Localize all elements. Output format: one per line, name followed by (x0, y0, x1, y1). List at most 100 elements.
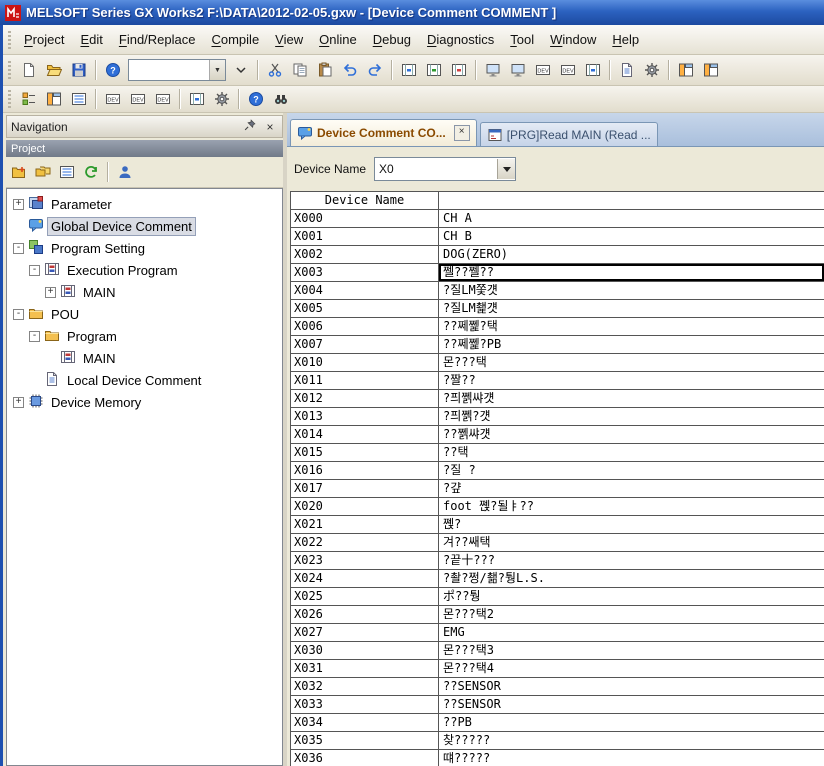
device-name-combo[interactable]: X0 (374, 157, 516, 181)
device-cell[interactable]: X017 (291, 480, 439, 498)
tab-prg-read-main-read[interactable]: [PRG]Read MAIN (Read ... (480, 122, 658, 146)
comment-cell[interactable]: ?질LM쵍걧 (439, 300, 824, 318)
verify-with-plc-button[interactable] (447, 59, 471, 81)
collapse-icon[interactable]: - (13, 243, 24, 254)
comment-display-button[interactable]: DEV (101, 88, 125, 110)
menu-item-compile[interactable]: Compile (203, 29, 267, 50)
new-project-button[interactable] (17, 59, 41, 81)
menu-item-find-replace[interactable]: Find/Replace (111, 29, 204, 50)
copy-data-button[interactable] (32, 162, 54, 183)
collapse-icon[interactable]: - (29, 265, 40, 276)
device-cell[interactable]: X025 (291, 588, 439, 606)
undo-button[interactable] (338, 59, 362, 81)
comment-cell[interactable]: 몬???택 (439, 354, 824, 372)
device-cell[interactable]: X027 (291, 624, 439, 642)
comment-cell[interactable]: 쩰??쩰?? (439, 264, 824, 282)
write-to-plc-button[interactable] (422, 59, 446, 81)
expand-all-button[interactable] (56, 162, 78, 183)
modify-value-button[interactable]: DEV (556, 59, 580, 81)
device-display-button[interactable] (185, 88, 209, 110)
grid-header-device-name[interactable]: Device Name (291, 192, 439, 210)
comment-cell[interactable]: ?질 ? (439, 462, 824, 480)
device-cell[interactable]: X030 (291, 642, 439, 660)
note-display-button[interactable]: DEV (151, 88, 175, 110)
menu-item-edit[interactable]: Edit (72, 29, 110, 50)
device-cell[interactable]: X016 (291, 462, 439, 480)
toolbar-options-button[interactable] (229, 59, 253, 81)
device-cell[interactable]: X023 (291, 552, 439, 570)
pin-icon[interactable] (242, 119, 258, 134)
comment-cell[interactable]: ??쩨쪭?PB (439, 336, 824, 354)
device-cell[interactable]: X007 (291, 336, 439, 354)
device-cell[interactable]: X011 (291, 372, 439, 390)
device-cell[interactable]: X013 (291, 408, 439, 426)
comment-cell[interactable]: ??SENSOR (439, 678, 824, 696)
device-cell[interactable]: X020 (291, 498, 439, 516)
statement-display-button[interactable]: DEV (126, 88, 150, 110)
redo-button[interactable] (363, 59, 387, 81)
window-tile-button[interactable] (674, 59, 698, 81)
menu-item-view[interactable]: View (267, 29, 311, 50)
toolbar-combo[interactable]: ▼ (128, 59, 226, 81)
tree-item-execution-program[interactable]: -Execution Program (7, 259, 282, 281)
device-cell[interactable]: X010 (291, 354, 439, 372)
comment-cell[interactable]: 쪥? (439, 516, 824, 534)
save-project-button[interactable] (67, 59, 91, 81)
device-cell[interactable]: X024 (291, 570, 439, 588)
device-cell[interactable]: X014 (291, 426, 439, 444)
device-cell[interactable]: X000 (291, 210, 439, 228)
menu-item-diagnostics[interactable]: Diagnostics (419, 29, 502, 50)
device-cell[interactable]: X034 (291, 714, 439, 732)
comment-cell[interactable]: ?픠쪩쌰걧 (439, 390, 824, 408)
comment-cell[interactable]: 몬???택2 (439, 606, 824, 624)
device-cell[interactable]: X006 (291, 318, 439, 336)
comment-cell[interactable]: 떄????? (439, 750, 824, 766)
comment-cell[interactable]: EMG (439, 624, 824, 642)
tree-item-main[interactable]: MAIN (7, 347, 282, 369)
comment-cell[interactable]: foot 쪥?될ㅑ?? (439, 498, 824, 516)
comment-cell[interactable]: 찾????? (439, 732, 824, 750)
menu-item-online[interactable]: Online (311, 29, 365, 50)
device-cell[interactable]: X012 (291, 390, 439, 408)
tree-item-program[interactable]: -Program (7, 325, 282, 347)
start-monitor-button[interactable] (481, 59, 505, 81)
collapse-icon[interactable]: - (13, 309, 24, 320)
new-data-button[interactable] (8, 162, 30, 183)
project-data-view-button[interactable] (17, 88, 41, 110)
context-help-button[interactable]: ? (244, 88, 268, 110)
menu-item-project[interactable]: Project (16, 29, 72, 50)
device-cell[interactable]: X005 (291, 300, 439, 318)
paste-button[interactable] (313, 59, 337, 81)
menu-item-help[interactable]: Help (604, 29, 647, 50)
copy-button[interactable] (288, 59, 312, 81)
comment-cell[interactable]: 겨??쌔택 (439, 534, 824, 552)
comment-cell[interactable]: ?질LM쫓걧 (439, 282, 824, 300)
window-cascade-button[interactable] (699, 59, 723, 81)
device-cell[interactable]: X002 (291, 246, 439, 264)
tab-device-comment-co[interactable]: Device Comment CO...× (290, 119, 477, 146)
comment-cell[interactable]: ??택 (439, 444, 824, 462)
tree-item-device-memory[interactable]: +Device Memory (7, 391, 282, 413)
cut-button[interactable] (263, 59, 287, 81)
device-cell[interactable]: X004 (291, 282, 439, 300)
help-button[interactable]: ? (101, 59, 125, 81)
expand-icon[interactable]: + (13, 199, 24, 210)
device-batch-monitor-button[interactable]: DEV (531, 59, 555, 81)
comment-cell[interactable]: ??PB (439, 714, 824, 732)
comment-cell[interactable]: ?픠쪩?걧 (439, 408, 824, 426)
device-cell[interactable]: X033 (291, 696, 439, 714)
menu-item-debug[interactable]: Debug (365, 29, 419, 50)
comment-cell[interactable]: CH A (439, 210, 824, 228)
comment-cell[interactable]: ??쪩쌰걧 (439, 426, 824, 444)
menu-item-window[interactable]: Window (542, 29, 604, 50)
expand-icon[interactable]: + (13, 397, 24, 408)
comment-cell[interactable]: 몬???택3 (439, 642, 824, 660)
comment-cell[interactable]: 몬???택4 (439, 660, 824, 678)
device-cell[interactable]: X032 (291, 678, 439, 696)
read-from-plc-button[interactable] (397, 59, 421, 81)
comment-cell[interactable]: ?걒 (439, 480, 824, 498)
combo-dropdown-button[interactable] (497, 159, 515, 179)
device-cell[interactable]: X026 (291, 606, 439, 624)
options-button[interactable] (210, 88, 234, 110)
comment-cell[interactable]: ??쩨쪭?택 (439, 318, 824, 336)
